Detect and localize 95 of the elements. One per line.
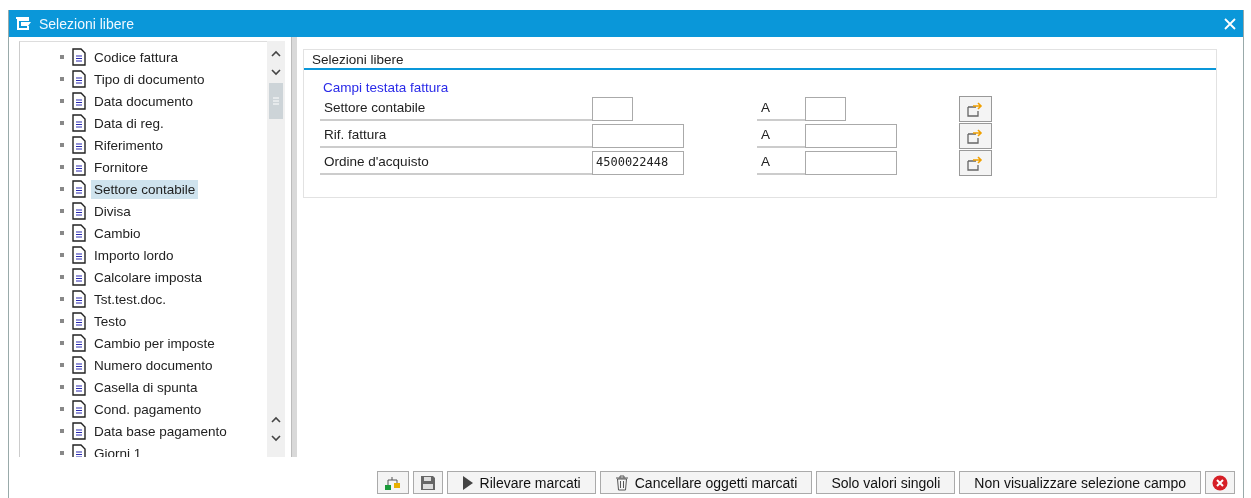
tree-item[interactable]: Fornitore xyxy=(91,157,152,177)
document-icon xyxy=(72,92,86,110)
document-icon xyxy=(72,422,86,440)
bullet-icon xyxy=(60,429,64,433)
bullet-icon xyxy=(60,121,64,125)
window-title: Selezioni libere xyxy=(39,15,135,32)
document-icon xyxy=(72,400,86,418)
bullet-icon xyxy=(60,55,64,59)
bullet-icon xyxy=(60,297,64,301)
document-icon xyxy=(72,356,86,374)
document-icon xyxy=(72,48,86,66)
trash-icon xyxy=(614,474,629,491)
bullet-icon xyxy=(60,143,64,147)
input-field[interactable] xyxy=(592,97,633,121)
multiple-selection-button[interactable] xyxy=(959,150,992,176)
panel-title: Selezioni libere xyxy=(304,50,1216,70)
document-icon xyxy=(72,268,86,286)
tree-item[interactable]: Codice fattura xyxy=(91,47,182,67)
toolbar-button[interactable]: Solo valori singoli xyxy=(816,471,956,494)
bullet-icon xyxy=(60,231,64,235)
bullet-icon xyxy=(60,363,64,367)
window-icon xyxy=(15,16,33,31)
bullet-icon xyxy=(60,253,64,257)
multiple-selection-icon xyxy=(966,101,985,117)
bullet-icon xyxy=(60,187,64,191)
document-icon xyxy=(72,444,86,457)
document-icon xyxy=(72,246,86,264)
document-icon xyxy=(72,334,86,352)
scroll-up-icon[interactable] xyxy=(270,415,282,425)
tree-item[interactable]: Divisa xyxy=(91,201,134,221)
tree-item[interactable]: Tipo di documento xyxy=(91,69,208,89)
tree-item[interactable]: Importo lordo xyxy=(91,245,177,265)
bullet-icon xyxy=(60,341,64,345)
document-icon xyxy=(72,70,86,88)
input-field[interactable] xyxy=(805,151,897,175)
document-icon xyxy=(72,224,86,242)
multiple-selection-button[interactable] xyxy=(959,123,992,149)
tree-item[interactable]: Giorni 1 xyxy=(91,443,145,457)
field-label: Rif. fattura xyxy=(320,124,592,148)
scroll-thumb[interactable] xyxy=(269,83,283,119)
document-icon xyxy=(72,158,86,176)
bullet-icon xyxy=(60,451,64,455)
input-field[interactable] xyxy=(805,97,846,121)
tree-item[interactable]: Cond. pagamento xyxy=(91,399,205,419)
bullet-icon xyxy=(60,99,64,103)
tree-item[interactable]: Casella di spunta xyxy=(91,377,201,397)
bullet-icon xyxy=(60,165,64,169)
scroll-down-icon[interactable] xyxy=(270,433,282,443)
document-icon xyxy=(72,378,86,396)
tree-item[interactable]: Cambio xyxy=(91,223,144,243)
tree-item[interactable]: Data base pagamento xyxy=(91,421,230,441)
play-icon xyxy=(461,474,474,491)
document-icon xyxy=(72,202,86,220)
multiple-selection-icon xyxy=(966,155,985,171)
document-icon xyxy=(72,312,86,330)
multiple-selection-button[interactable] xyxy=(959,96,992,122)
cancel-button[interactable] xyxy=(1205,471,1235,494)
tree-item[interactable]: Settore contabile xyxy=(91,179,199,199)
bullet-icon xyxy=(60,319,64,323)
document-icon xyxy=(72,136,86,154)
bullet-icon xyxy=(60,275,64,279)
scroll-down-icon[interactable] xyxy=(270,67,282,77)
field-label: Settore contabile xyxy=(320,97,592,121)
scrollbar[interactable] xyxy=(267,41,285,457)
group-title: Campi testata fattura xyxy=(322,79,450,97)
document-icon xyxy=(72,290,86,308)
tree-item[interactable]: Testo xyxy=(91,311,130,331)
tree-item[interactable]: Tst.test.doc. xyxy=(91,289,170,309)
tree-item[interactable]: Calcolare imposta xyxy=(91,267,206,287)
tree-item[interactable]: Riferimento xyxy=(91,135,167,155)
input-field[interactable] xyxy=(592,124,684,148)
close-icon[interactable] xyxy=(1223,16,1237,31)
close-icon xyxy=(1212,474,1228,491)
save-icon xyxy=(419,474,436,491)
field-label: Ordine d'acquisto xyxy=(320,151,592,175)
save-button[interactable] xyxy=(412,471,443,494)
document-icon xyxy=(72,114,86,132)
bullet-icon xyxy=(60,77,64,81)
tree-item[interactable]: Cambio per imposte xyxy=(91,333,218,353)
tree-item[interactable]: Data di reg. xyxy=(91,113,167,133)
tree-item[interactable]: Data documento xyxy=(91,91,197,111)
tree-item[interactable]: Numero documento xyxy=(91,355,216,375)
multiple-selection-icon xyxy=(966,128,985,144)
input-field[interactable] xyxy=(805,124,897,148)
scroll-up-icon[interactable] xyxy=(270,49,282,59)
input-field[interactable]: 4500022448 xyxy=(592,151,684,175)
bullet-icon xyxy=(60,407,64,411)
document-icon xyxy=(72,180,86,198)
run-button[interactable]: Rilevare marcati xyxy=(446,471,596,494)
hierarchy-icon xyxy=(383,474,402,491)
hierarchy-button[interactable] xyxy=(376,471,409,494)
bullet-icon xyxy=(60,385,64,389)
toolbar-button[interactable]: Non visualizzare selezione campo xyxy=(959,471,1201,494)
bullet-icon xyxy=(60,209,64,213)
delete-button[interactable]: Cancellare oggetti marcati xyxy=(599,471,813,494)
